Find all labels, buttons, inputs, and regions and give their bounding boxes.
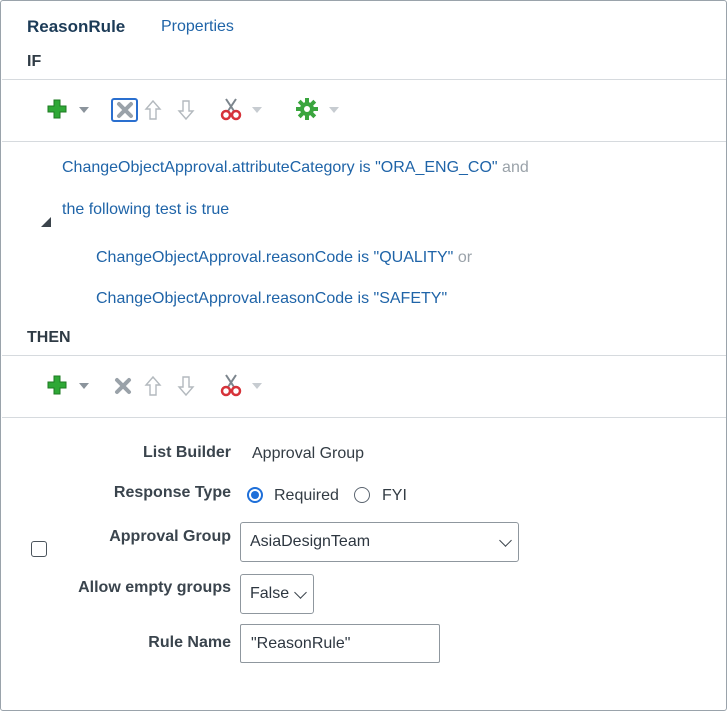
chevron-down-icon <box>499 534 512 547</box>
list-builder-label: List Builder <box>142 444 231 461</box>
add-icon[interactable] <box>46 374 68 396</box>
response-required-radio[interactable] <box>247 487 263 503</box>
divider <box>2 141 726 142</box>
cut-dropdown-caret-icon[interactable] <box>252 383 262 389</box>
collapse-triangle-icon[interactable] <box>41 217 51 227</box>
condition-join[interactable]: or <box>458 249 472 266</box>
delete-icon[interactable] <box>111 374 135 398</box>
condition-operator[interactable]: is <box>358 290 370 307</box>
condition-value[interactable]: "SAFETY" <box>374 290 448 307</box>
response-fyi-label[interactable]: FYI <box>382 487 407 505</box>
if-section-title: IF <box>27 53 42 70</box>
divider <box>2 79 726 80</box>
rule-title: ReasonRule <box>27 17 126 36</box>
allow-empty-groups-value: False <box>250 585 290 602</box>
list-builder-value: Approval Group <box>252 445 365 462</box>
move-down-icon[interactable] <box>176 374 196 398</box>
rule-name-label: Rule Name <box>148 634 231 651</box>
condition-row[interactable]: ChangeObjectApproval.reasonCode is "QUAL… <box>96 249 472 267</box>
cut-icon[interactable] <box>219 97 243 121</box>
then-section-title: THEN <box>27 329 71 346</box>
condition-row[interactable]: ChangeObjectApproval.attributeCategory i… <box>62 159 529 177</box>
allow-empty-groups-label: Allow empty groups <box>78 579 231 596</box>
condition-value[interactable]: "ORA_ENG_CO" <box>375 159 498 176</box>
chevron-down-icon <box>294 586 307 599</box>
add-dropdown-caret-icon[interactable] <box>79 383 89 389</box>
condition-row[interactable]: ChangeObjectApproval.reasonCode is "SAFE… <box>96 290 447 308</box>
condition-attribute[interactable]: ChangeObjectApproval.attributeCategory <box>62 159 355 176</box>
condition-attribute[interactable]: ChangeObjectApproval.reasonCode <box>96 290 353 307</box>
rule-name-value: "ReasonRule" <box>251 634 351 652</box>
approval-group-label: Approval Group <box>109 528 231 545</box>
gear-icon[interactable] <box>295 97 319 121</box>
approval-group-value: AsiaDesignTeam <box>250 533 371 550</box>
add-icon[interactable] <box>46 98 68 120</box>
divider <box>2 417 726 418</box>
condition-join[interactable]: and <box>502 159 529 176</box>
approval-group-select[interactable]: AsiaDesignTeam <box>240 522 519 562</box>
move-down-icon[interactable] <box>176 98 196 122</box>
move-up-icon[interactable] <box>143 98 163 122</box>
delete-icon[interactable] <box>111 98 138 122</box>
response-required-label[interactable]: Required <box>274 487 339 505</box>
cut-icon[interactable] <box>219 373 243 397</box>
properties-link[interactable]: Properties <box>161 18 234 36</box>
condition-operator[interactable]: is <box>359 159 371 176</box>
allow-empty-groups-select[interactable]: False <box>240 574 314 614</box>
response-fyi-radio[interactable] <box>354 487 370 503</box>
condition-attribute[interactable]: ChangeObjectApproval.reasonCode <box>96 249 353 266</box>
cut-dropdown-caret-icon[interactable] <box>252 107 262 113</box>
rule-name-input[interactable]: "ReasonRule" <box>240 624 440 663</box>
divider <box>2 355 726 356</box>
response-type-label: Response Type <box>113 484 231 501</box>
gear-dropdown-caret-icon[interactable] <box>329 107 339 113</box>
condition-value[interactable]: "QUALITY" <box>374 249 454 266</box>
rule-editor: ReasonRule Properties IF ChangeObjectApp… <box>0 0 727 711</box>
add-dropdown-caret-icon[interactable] <box>79 107 89 113</box>
row-select-checkbox[interactable] <box>31 541 47 557</box>
condition-operator[interactable]: is <box>358 249 370 266</box>
nested-test-label[interactable]: the following test is true <box>62 201 229 219</box>
move-up-icon[interactable] <box>143 374 163 398</box>
